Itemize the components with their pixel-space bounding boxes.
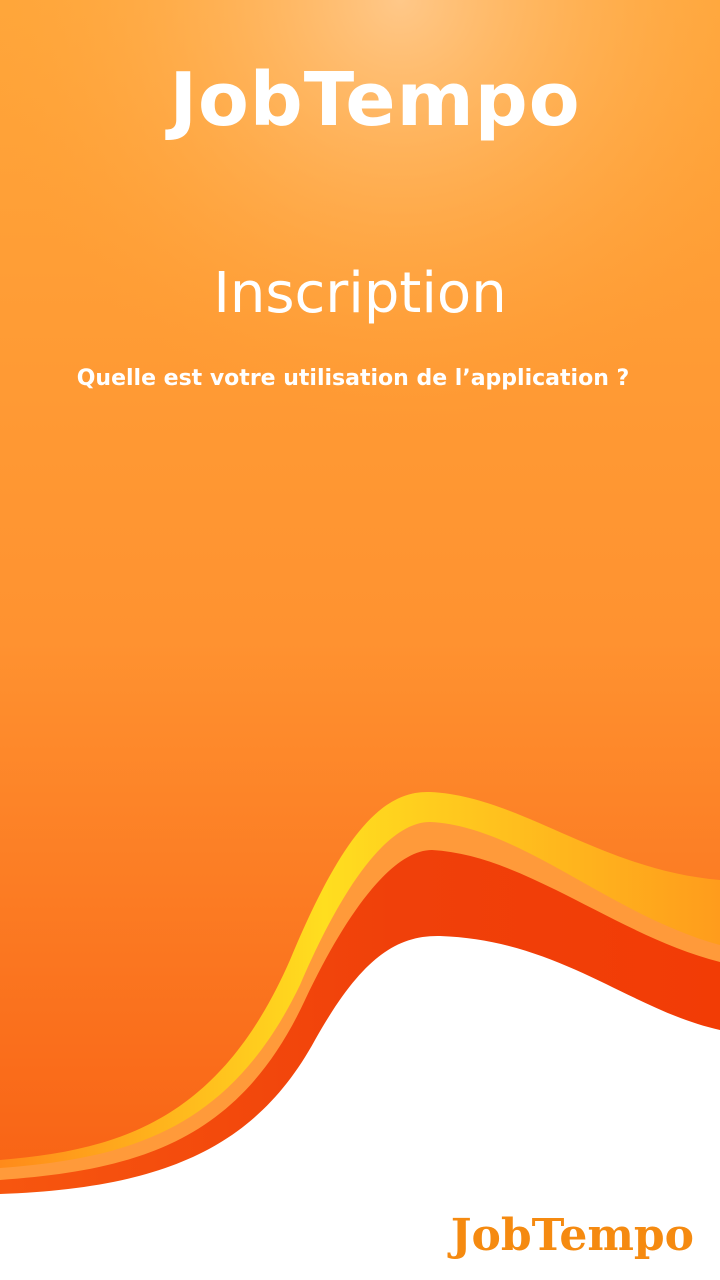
signup-screen: JobTempo Inscription Quelle est votre ut…: [0, 0, 720, 1280]
background-wave-graphic: [0, 0, 720, 1280]
page-title: Inscription: [213, 261, 507, 326]
app-title: JobTempo: [169, 57, 581, 143]
footer-logo: JobTempo: [450, 1210, 694, 1261]
usage-question: Quelle est votre utilisation de l’applic…: [76, 366, 630, 391]
